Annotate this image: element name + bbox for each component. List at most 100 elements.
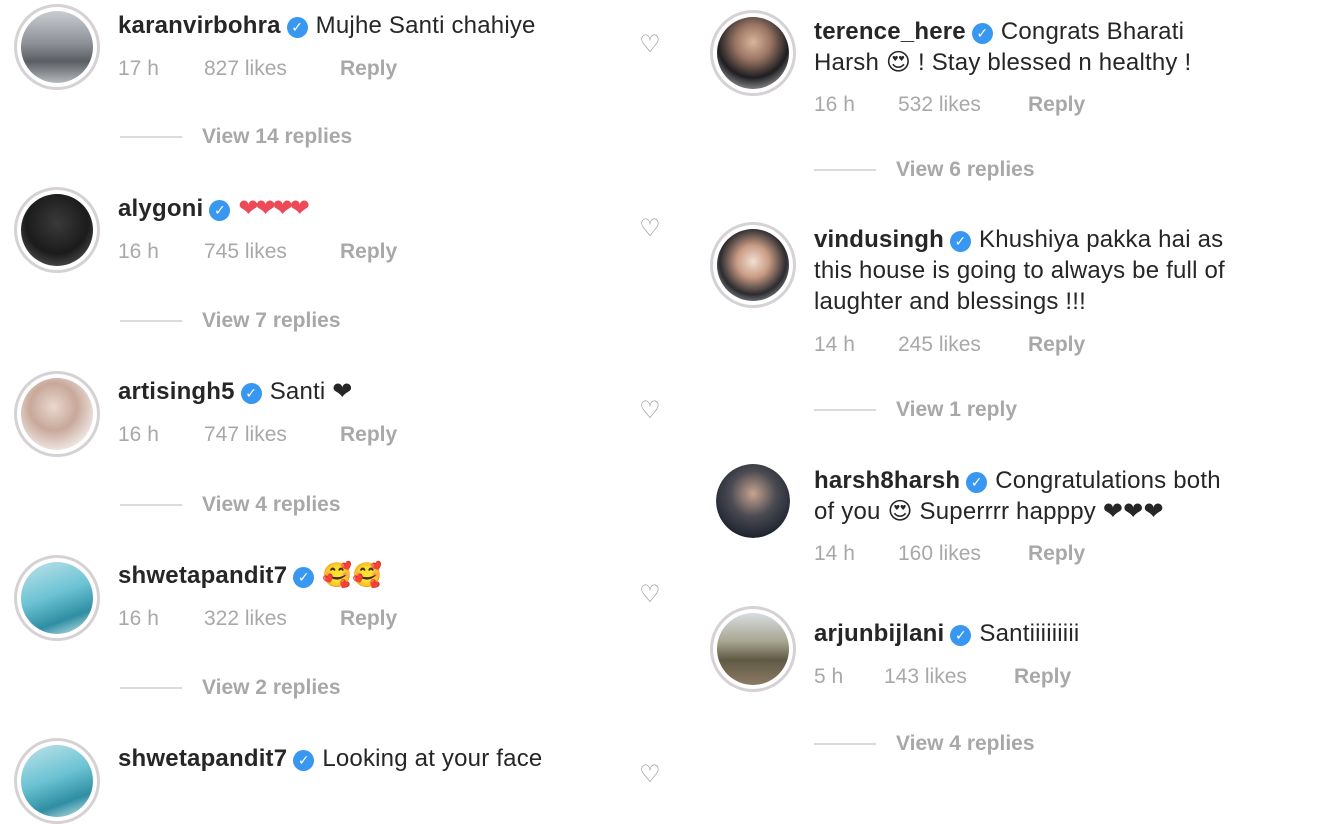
view-replies-button[interactable]: View 7 replies (120, 309, 341, 333)
comment-time: 16 h (118, 607, 159, 630)
reply-button[interactable]: Reply (340, 607, 397, 631)
comment-body: alygoni ✓ ❤❤❤❤ (118, 193, 618, 224)
comment-text: Congratulations both (995, 467, 1221, 494)
view-replies-button[interactable]: View 14 replies (120, 125, 352, 149)
username-link[interactable]: harsh8harsh (814, 467, 960, 494)
comment-time: 14 h (814, 333, 855, 356)
view-replies-button[interactable]: View 4 replies (120, 493, 341, 517)
reply-button[interactable]: Reply (340, 57, 397, 81)
comment-meta: 16 h 747 likes Reply (118, 423, 397, 447)
divider-line (814, 169, 876, 172)
comment-text: ❤❤❤❤ (238, 195, 309, 222)
view-replies-button[interactable]: View 2 replies (120, 676, 341, 700)
username-link[interactable]: vindusingh (814, 226, 944, 253)
comment-body: harsh8harsh ✓ Congratulations both of you … (814, 465, 1314, 527)
comment-meta: 5 h 143 likes Reply (814, 665, 1071, 689)
divider-line (120, 136, 182, 139)
comment-time: 14 h (814, 542, 855, 565)
reply-button[interactable]: Reply (340, 240, 397, 264)
comment-text-line: laughter and blessings !!! (814, 288, 1087, 315)
comment-likes[interactable]: 745 likes (204, 240, 340, 264)
heart-outline-icon[interactable]: ♡ (637, 399, 663, 423)
comment-time: 16 h (814, 93, 855, 116)
comment-text: Khushiya pakka hai as (979, 226, 1224, 253)
comment-meta: 16 h 322 likes Reply (118, 607, 397, 631)
verified-badge-icon: ✓ (240, 383, 262, 404)
comment-meta: 16 h 745 likes Reply (118, 240, 397, 264)
avatar[interactable] (710, 606, 796, 692)
comment-text: 🥰🥰 (322, 562, 383, 589)
comment-time: 16 h (118, 240, 159, 263)
comment-time: 17 h (118, 57, 159, 80)
reply-button[interactable]: Reply (1028, 93, 1085, 117)
username-link[interactable]: alygoni (118, 195, 203, 222)
divider-line (814, 409, 876, 412)
username-link[interactable]: arjunbijlani (814, 620, 944, 647)
verified-badge-icon: ✓ (966, 472, 988, 493)
view-replies-button[interactable]: View 6 replies (814, 158, 1035, 182)
comment-likes[interactable]: 160 likes (898, 542, 1028, 566)
username-link[interactable]: shwetapandit7 (118, 562, 287, 589)
avatar[interactable] (710, 10, 796, 96)
reply-button[interactable]: Reply (1014, 665, 1071, 689)
avatar[interactable] (14, 4, 100, 90)
comment-text-line: Harsh 😍 ! Stay blessed n healthy ! (814, 49, 1192, 76)
comment-time: 5 h (814, 665, 844, 688)
heart-outline-icon[interactable]: ♡ (637, 583, 663, 607)
avatar[interactable] (14, 555, 100, 641)
verified-badge-icon: ✓ (950, 625, 972, 646)
heart-outline-icon[interactable]: ♡ (637, 217, 663, 241)
comment-likes[interactable]: 322 likes (204, 607, 340, 631)
username-link[interactable]: shwetapandit7 (118, 745, 287, 772)
verified-badge-icon: ✓ (950, 231, 971, 252)
comment-body: vindusingh ✓ Khushiya pakka hai as this ho… (814, 224, 1314, 317)
comment-likes[interactable]: 532 likes (898, 93, 1028, 117)
heart-outline-icon[interactable]: ♡ (637, 33, 663, 57)
heart-outline-icon[interactable]: ♡ (637, 763, 663, 787)
comment-text-line: of you 😍 Superrrr happpy ❤❤❤ (814, 498, 1164, 525)
verified-badge-icon: ✓ (286, 17, 308, 38)
comment-text: Santi ❤ (269, 378, 353, 405)
comment-body: karanvirbohra ✓ Mujhe Santi chahiye (118, 10, 618, 41)
comment-meta: 14 h 245 likes Reply (814, 333, 1085, 357)
comment-text: Looking at your face (322, 745, 543, 772)
comment-text: Congrats Bharati (1000, 18, 1185, 45)
verified-badge-icon: ✓ (293, 567, 315, 588)
comment-body: shwetapandit7 ✓ 🥰🥰 (118, 560, 618, 591)
comment-likes[interactable]: 827 likes (204, 57, 340, 81)
comment-meta: 17 h 827 likes Reply (118, 57, 397, 81)
divider-line (120, 504, 182, 507)
comment-text: Mujhe Santi chahiye (315, 12, 536, 39)
comment-body: artisingh5 ✓ Santi ❤ (118, 376, 618, 407)
comment-text: Santiiiiiiiii (979, 620, 1080, 647)
avatar[interactable] (14, 371, 100, 457)
reply-button[interactable]: Reply (1028, 333, 1085, 357)
comment-meta: 14 h 160 likes Reply (814, 542, 1085, 566)
verified-badge-icon: ✓ (293, 750, 315, 771)
avatar[interactable] (710, 222, 796, 308)
comment-likes[interactable]: 143 likes (884, 665, 1014, 689)
avatar[interactable] (14, 738, 100, 824)
avatar[interactable] (14, 187, 100, 273)
comment-text-line: this house is going to always be full of (814, 257, 1225, 284)
view-replies-button[interactable]: View 4 replies (814, 732, 1035, 756)
verified-badge-icon: ✓ (209, 200, 231, 221)
reply-button[interactable]: Reply (1028, 542, 1085, 566)
comment-body: terence_here ✓ Congrats Bharati Harsh 😍 ! … (814, 16, 1314, 78)
username-link[interactable]: terence_here (814, 18, 966, 45)
comment-body: arjunbijlani ✓ Santiiiiiiiii (814, 618, 1314, 649)
comment-likes[interactable]: 245 likes (898, 333, 1028, 357)
username-link[interactable]: artisingh5 (118, 378, 235, 405)
view-replies-button[interactable]: View 1 reply (814, 398, 1017, 422)
verified-badge-icon: ✓ (971, 23, 993, 44)
comment-body: shwetapandit7 ✓ Looking at your face (118, 743, 638, 774)
comment-meta: 16 h 532 likes Reply (814, 93, 1085, 117)
reply-button[interactable]: Reply (340, 423, 397, 447)
comment-time: 16 h (118, 423, 159, 446)
divider-line (120, 687, 182, 690)
avatar[interactable] (716, 464, 790, 538)
username-link[interactable]: karanvirbohra (118, 12, 281, 39)
comment-likes[interactable]: 747 likes (204, 423, 340, 447)
divider-line (120, 320, 182, 323)
divider-line (814, 743, 876, 746)
